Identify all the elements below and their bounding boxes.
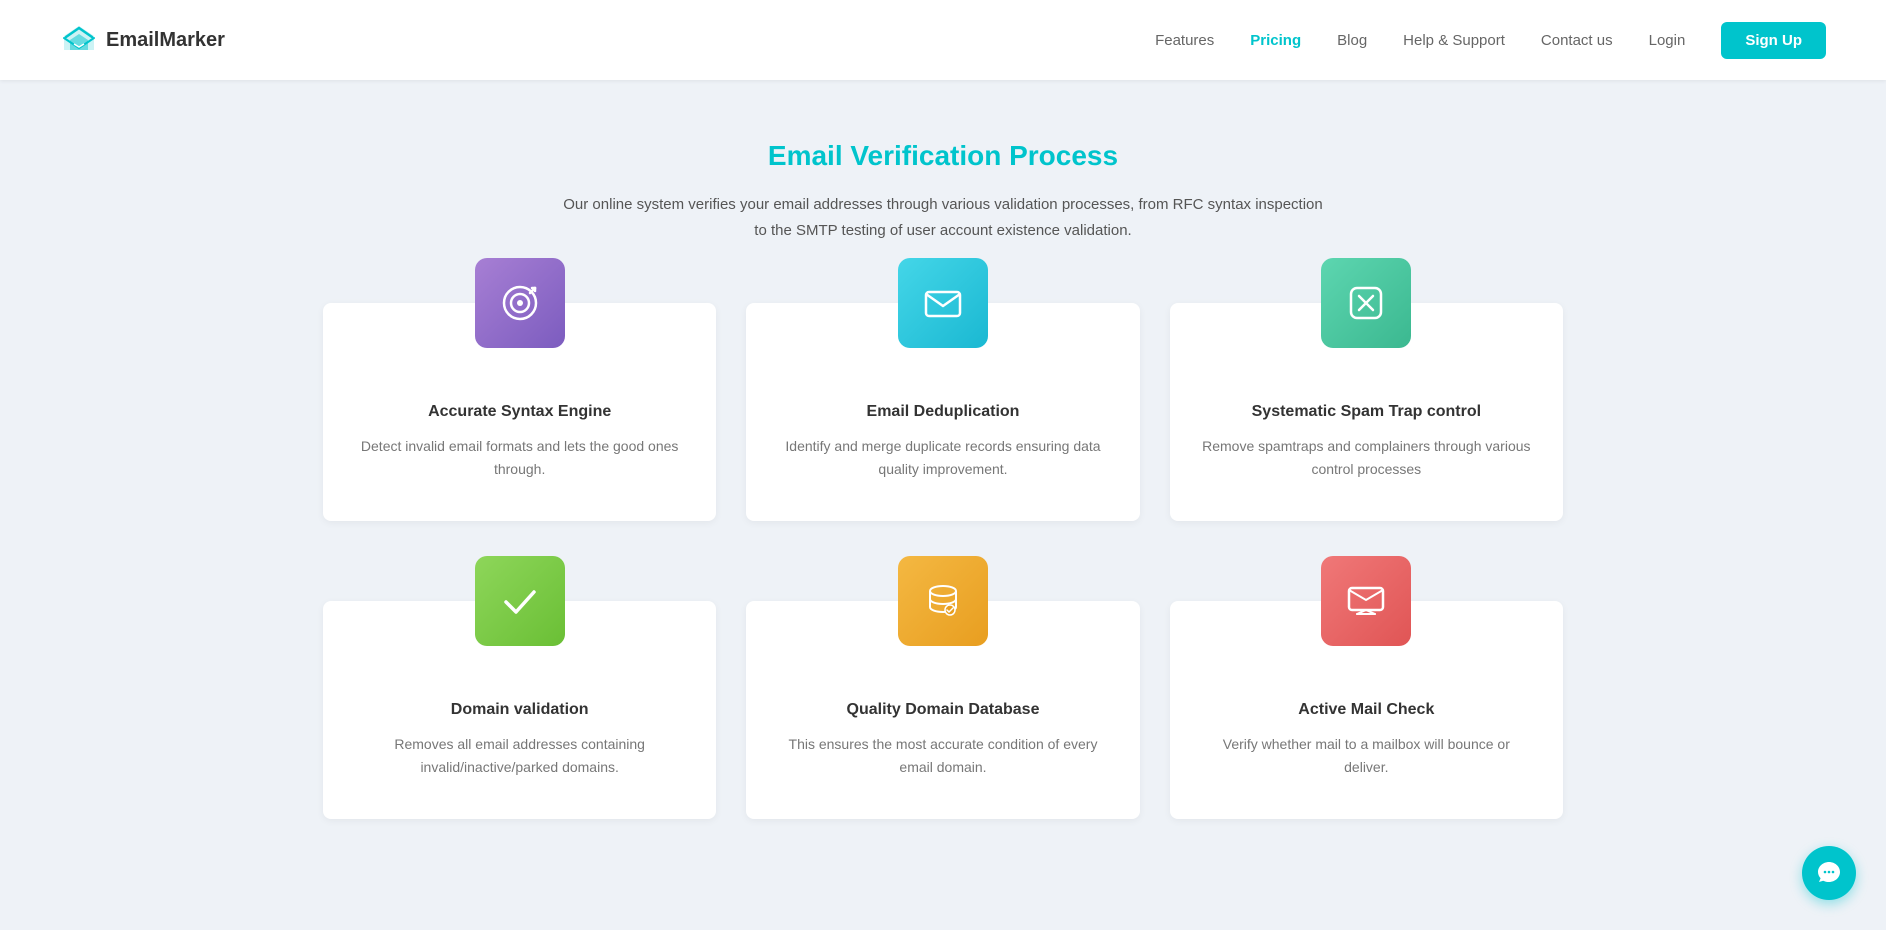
card-mail-body: Active Mail Check Verify whether mail to… [1200, 691, 1533, 779]
section-title: Email Verification Process [323, 140, 1563, 172]
card-spam: Systematic Spam Trap control Remove spam… [1170, 303, 1563, 521]
card-spam-body: Systematic Spam Trap control Remove spam… [1200, 393, 1533, 481]
target-icon [497, 280, 543, 326]
chat-icon [1816, 860, 1842, 886]
x-shield-icon [1343, 280, 1389, 326]
card-domain: Domain validation Removes all email addr… [323, 601, 716, 819]
nav-contact[interactable]: Contact us [1541, 32, 1613, 49]
logo-text: EmailMarker [106, 29, 225, 52]
checkmark-icon [497, 578, 543, 624]
card-syntax: Accurate Syntax Engine Detect invalid em… [323, 303, 716, 521]
card-dedup-desc: Identify and merge duplicate records ens… [776, 435, 1109, 481]
card-domain-title: Domain validation [353, 701, 686, 719]
card-domain-body: Domain validation Removes all email addr… [353, 691, 686, 779]
cards-row-2: Domain validation Removes all email addr… [323, 601, 1563, 819]
envelope-icon [920, 280, 966, 326]
card-syntax-icon [475, 258, 565, 348]
logo-icon [60, 24, 98, 56]
section-subtitle: Our online system verifies your email ad… [563, 192, 1323, 243]
card-mail: Active Mail Check Verify whether mail to… [1170, 601, 1563, 819]
nav-links: Features Pricing Blog Help & Support Con… [1155, 22, 1826, 59]
card-spam-title: Systematic Spam Trap control [1200, 403, 1533, 421]
navbar: EmailMarker Features Pricing Blog Help &… [0, 0, 1886, 80]
card-quality-desc: This ensures the most accurate condition… [776, 733, 1109, 779]
card-dedup-body: Email Deduplication Identify and merge d… [776, 393, 1109, 481]
card-dedup-title: Email Deduplication [776, 403, 1109, 421]
card-mail-desc: Verify whether mail to a mailbox will bo… [1200, 733, 1533, 779]
cards-row-1: Accurate Syntax Engine Detect invalid em… [323, 303, 1563, 521]
card-spam-desc: Remove spamtraps and complainers through… [1200, 435, 1533, 481]
card-quality-title: Quality Domain Database [776, 701, 1109, 719]
card-domain-desc: Removes all email addresses containing i… [353, 733, 686, 779]
nav-blog[interactable]: Blog [1337, 32, 1367, 49]
nav-pricing[interactable]: Pricing [1250, 32, 1301, 49]
card-syntax-title: Accurate Syntax Engine [353, 403, 686, 421]
card-spam-icon [1321, 258, 1411, 348]
card-mail-title: Active Mail Check [1200, 701, 1533, 719]
nav-features[interactable]: Features [1155, 32, 1214, 49]
mail-check-icon [1343, 578, 1389, 624]
main-content: Email Verification Process Our online sy… [243, 80, 1643, 899]
logo-link[interactable]: EmailMarker [60, 24, 225, 56]
card-quality-icon [898, 556, 988, 646]
database-icon [920, 578, 966, 624]
card-quality-body: Quality Domain Database This ensures the… [776, 691, 1109, 779]
nav-login[interactable]: Login [1649, 32, 1686, 49]
card-dedup: Email Deduplication Identify and merge d… [746, 303, 1139, 521]
card-domain-icon [475, 556, 565, 646]
card-syntax-desc: Detect invalid email formats and lets th… [353, 435, 686, 481]
card-quality: Quality Domain Database This ensures the… [746, 601, 1139, 819]
signup-button[interactable]: Sign Up [1721, 22, 1826, 59]
chat-button[interactable] [1802, 846, 1856, 900]
nav-help[interactable]: Help & Support [1403, 32, 1505, 49]
card-mail-icon [1321, 556, 1411, 646]
card-dedup-icon [898, 258, 988, 348]
card-syntax-body: Accurate Syntax Engine Detect invalid em… [353, 393, 686, 481]
